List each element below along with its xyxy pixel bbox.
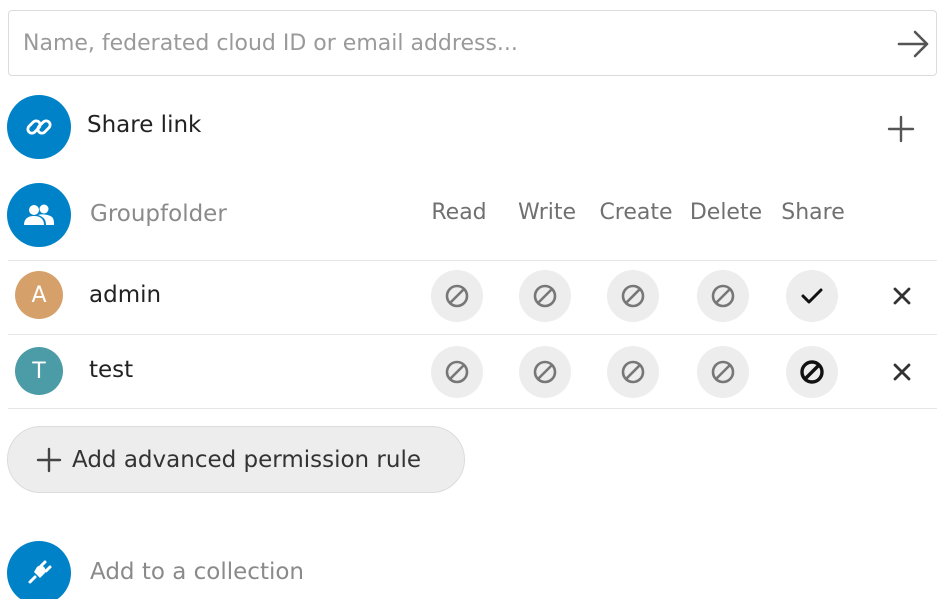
rule-user-name: admin — [89, 282, 162, 308]
groupfolder-label: Groupfolder — [90, 201, 227, 227]
rule-user-name: test — [89, 357, 134, 383]
column-create: Create — [599, 200, 673, 225]
divider — [8, 408, 937, 409]
add-share-link-button[interactable] — [885, 113, 917, 145]
remove-rule-button[interactable] — [888, 282, 916, 310]
deny-icon — [800, 360, 824, 384]
permission-create-toggle[interactable] — [607, 270, 659, 322]
column-read: Read — [431, 200, 487, 225]
avatar: T — [15, 347, 63, 395]
permission-write-toggle[interactable] — [519, 270, 571, 322]
link-icon — [7, 95, 71, 159]
deny-icon — [445, 360, 469, 384]
checkmark-icon — [801, 288, 823, 304]
deny-icon — [711, 360, 735, 384]
close-icon — [893, 363, 911, 381]
permission-delete-toggle[interactable] — [697, 346, 749, 398]
deny-icon — [533, 360, 557, 384]
close-icon — [893, 287, 911, 305]
avatar: A — [15, 271, 63, 319]
permission-delete-toggle[interactable] — [697, 270, 749, 322]
permission-read-toggle[interactable] — [431, 270, 483, 322]
deny-icon — [621, 360, 645, 384]
permission-share-toggle[interactable] — [786, 270, 838, 322]
column-write: Write — [517, 200, 577, 225]
remove-rule-button[interactable] — [888, 358, 916, 386]
divider — [8, 260, 937, 261]
add-to-collection-input[interactable]: Add to a collection — [90, 559, 304, 585]
deny-icon — [533, 284, 557, 308]
avatar-initial: A — [31, 282, 47, 308]
permission-create-toggle[interactable] — [607, 346, 659, 398]
share-search-input[interactable] — [9, 11, 936, 75]
add-advanced-permission-rule-label: Add advanced permission rule — [72, 446, 422, 473]
arrow-right-icon[interactable] — [896, 28, 932, 60]
plus-icon — [36, 447, 62, 472]
permission-write-toggle[interactable] — [519, 346, 571, 398]
group-icon — [7, 183, 71, 247]
divider — [8, 334, 937, 335]
deny-icon — [445, 284, 469, 308]
share-search-field — [8, 10, 937, 76]
permission-read-toggle[interactable] — [431, 346, 483, 398]
share-link-label[interactable]: Share link — [87, 112, 201, 138]
permission-share-toggle[interactable] — [786, 346, 838, 398]
column-delete: Delete — [689, 200, 763, 225]
column-share: Share — [781, 200, 845, 225]
avatar-initial: T — [32, 358, 46, 384]
plug-icon — [7, 541, 71, 599]
deny-icon — [621, 284, 645, 308]
deny-icon — [711, 284, 735, 308]
add-advanced-permission-rule-button[interactable]: Add advanced permission rule — [7, 426, 465, 493]
